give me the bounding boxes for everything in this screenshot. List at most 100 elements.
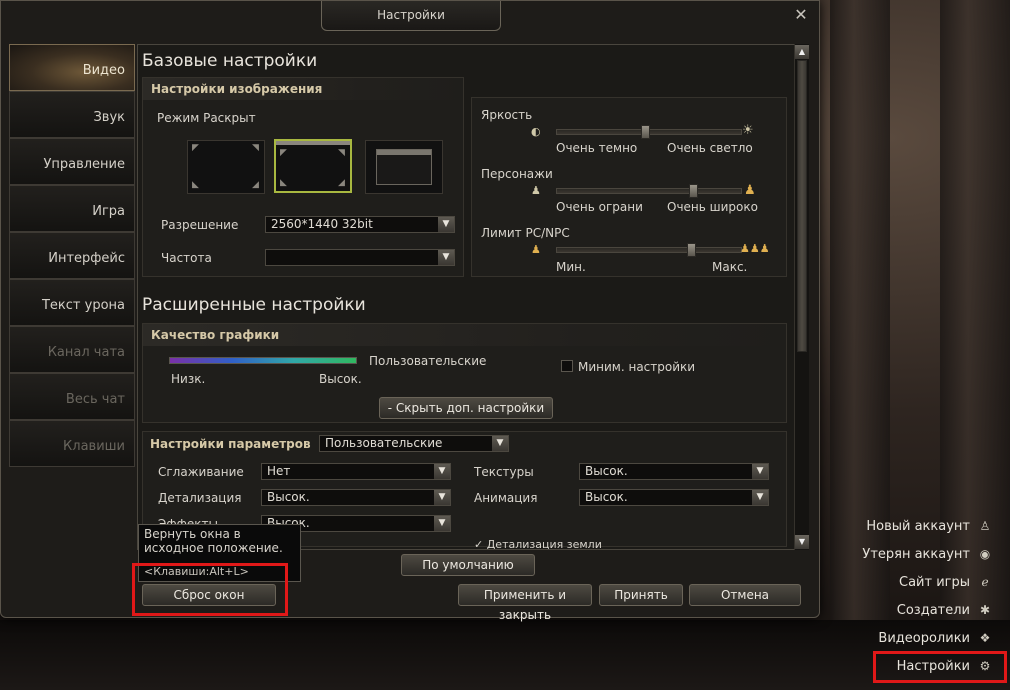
resolution-select[interactable]: 2560*1440 32bit ▼ [265, 216, 455, 233]
apply-close-button[interactable]: Применить и закрыть [458, 584, 592, 622]
moon-icon: ◐ [531, 125, 541, 138]
menu-lost-account[interactable]: Утерян аккаунт ◉ [862, 542, 994, 566]
menu-new-account[interactable]: Новый аккаунт ♙ [866, 514, 994, 538]
video-icon: ❖ [979, 631, 991, 645]
tab-chat-channel[interactable]: Канал чата [9, 326, 135, 373]
reset-windows-button[interactable]: Сброс окон [142, 584, 276, 606]
characters-slider[interactable] [556, 184, 742, 198]
antialiasing-value: Нет [267, 464, 291, 478]
characters-max-label: Очень широко [667, 200, 758, 214]
tab-game[interactable]: Игра [9, 185, 135, 232]
brightness-slider[interactable] [556, 125, 742, 139]
settings-icon: ⚙ [979, 659, 991, 673]
frequency-select[interactable]: ▼ [265, 249, 455, 266]
arrow-icon: ◢ [338, 178, 345, 188]
scroll-up-icon[interactable]: ▲ [795, 45, 809, 59]
antialiasing-select[interactable]: Нет ▼ [261, 463, 451, 480]
arrow-icon: ◢ [252, 180, 259, 190]
animation-label: Анимация [474, 491, 538, 505]
person-icon: ♟ [531, 184, 541, 197]
tab-interface[interactable]: Интерфейс [9, 232, 135, 279]
pc-npc-limit-slider-knob[interactable] [687, 243, 696, 257]
sun-icon: ☀ [742, 123, 754, 138]
pc-npc-limit-label: Лимит PC/NPC [481, 226, 570, 240]
menu-credits-label: Создатели [896, 603, 970, 618]
tooltip-shortcut: <Клавиши:Alt+L> [144, 565, 249, 578]
parameter-preset-select[interactable]: Пользовательские ▼ [319, 435, 509, 452]
min-settings-checkbox[interactable] [561, 360, 573, 372]
alert-icon: ◉ [979, 547, 991, 561]
chevron-down-icon: ▼ [434, 464, 450, 479]
browser-icon: ℯ [981, 575, 989, 589]
menu-new-account-label: Новый аккаунт [866, 519, 970, 534]
resolution-label: Разрешение [161, 218, 239, 232]
min-settings-label: Миним. настройки [578, 360, 696, 374]
hide-advanced-button[interactable]: - Скрыть доп. настройки [379, 397, 553, 419]
title-bar-shape [377, 150, 431, 155]
tooltip-text: Вернуть окна в исходное положение. [144, 527, 283, 555]
menu-game-site[interactable]: Сайт игры ℯ [899, 570, 994, 594]
screen-mode-borderless[interactable]: ◤ ◥ ◣ ◢ [274, 139, 352, 193]
settings-window: Настройки ✕ Видео Звук Управление Игра И… [0, 0, 820, 622]
menu-credits[interactable]: Создатели ✱ [897, 598, 994, 622]
image-settings-title: Настройки изображения [143, 78, 463, 100]
tab-controls[interactable]: Управление [9, 138, 135, 185]
arrow-icon: ◤ [280, 148, 287, 158]
scroll-down-icon[interactable]: ▼ [795, 535, 809, 549]
textures-select[interactable]: Высок. ▼ [579, 463, 769, 480]
brightness-max-label: Очень светло [667, 141, 753, 155]
background-floor [0, 620, 1010, 690]
animation-select[interactable]: Высок. ▼ [579, 489, 769, 506]
detail-value: Высок. [267, 490, 310, 504]
brightness-slider-knob[interactable] [641, 125, 650, 139]
characters-slider-knob[interactable] [689, 184, 698, 198]
brightness-min-label: Очень темно [556, 141, 638, 155]
screen-mode-windowed[interactable] [365, 140, 443, 194]
chevron-down-icon: ▼ [434, 516, 450, 531]
tab-keys[interactable]: Клавиши [9, 420, 135, 467]
default-button[interactable]: По умолчанию [401, 554, 535, 576]
graphics-quality-bar[interactable] [169, 357, 357, 364]
terrain-detail-option[interactable]: ✓ Детализация земли [474, 538, 602, 549]
chevron-down-icon: ▼ [752, 490, 768, 505]
chevron-down-icon: ▼ [492, 436, 508, 451]
window-shape [376, 149, 432, 185]
tab-sound[interactable]: Звук [9, 91, 135, 138]
image-settings-box: Настройки изображения Режим Раскрыт ◤ ◥ … [142, 77, 464, 277]
group-icon: ♟♟♟ [740, 242, 770, 255]
user-icon: ♙ [979, 519, 991, 533]
credits-icon: ✱ [979, 603, 991, 617]
characters-min-label: Очень ограни [556, 200, 643, 214]
arrow-icon: ◣ [192, 180, 199, 190]
parameter-preset-value: Пользовательские [325, 436, 443, 450]
tab-damage-text[interactable]: Текст урона [9, 279, 135, 326]
quality-high-label: Высок. [319, 372, 362, 386]
textures-value: Высок. [585, 464, 628, 478]
menu-settings[interactable]: Настройки ⚙ [897, 654, 994, 678]
animation-value: Высок. [585, 490, 628, 504]
settings-content: Базовые настройки Настройки изображения … [137, 44, 809, 550]
arrow-icon: ◣ [280, 178, 287, 188]
tab-all-chat[interactable]: Весь чат [9, 373, 135, 420]
pc-npc-min-label: Мин. [556, 260, 586, 274]
tab-video[interactable]: Видео [9, 44, 135, 91]
cancel-button[interactable]: Отмена [689, 584, 801, 606]
arrow-icon: ◤ [192, 143, 199, 153]
close-icon[interactable]: ✕ [793, 7, 809, 23]
accept-button[interactable]: Принять [599, 584, 683, 606]
resolution-value: 2560*1440 32bit [271, 217, 373, 231]
display-sliders-box: Яркость ◐ ☀ Очень темно Очень светло Пер… [471, 97, 787, 277]
arrow-icon: ◥ [252, 143, 259, 153]
chevron-down-icon: ▼ [438, 217, 454, 232]
screen-mode-fullscreen[interactable]: ◤ ◥ ◣ ◢ [187, 140, 265, 194]
detail-label: Детализация [158, 491, 242, 505]
category-tabs: Видео Звук Управление Игра Интерфейс Тек… [9, 44, 135, 467]
detail-select[interactable]: Высок. ▼ [261, 489, 451, 506]
content-scrollbar[interactable]: ▲ ▼ [794, 44, 809, 550]
menu-videos[interactable]: Видеоролики ❖ [878, 626, 994, 650]
menu-videos-label: Видеоролики [878, 631, 970, 646]
scroll-thumb[interactable] [797, 60, 807, 352]
antialiasing-label: Сглаживание [158, 465, 244, 479]
arrow-icon: ◥ [338, 148, 345, 158]
pc-npc-limit-slider[interactable] [556, 243, 742, 257]
